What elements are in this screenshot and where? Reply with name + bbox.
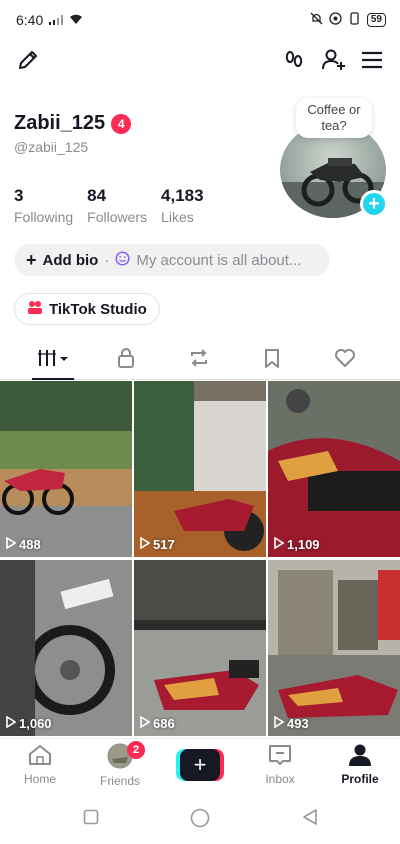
menu-icon[interactable] [358,46,386,74]
home-button-icon[interactable] [189,807,211,829]
battery-indicator: 59 [366,13,386,27]
nav-profile-label: Profile [341,772,379,786]
nav-inbox-label: Inbox [265,772,295,786]
nav-friends[interactable]: 2 Friends [85,741,155,788]
view-count-label: 517 [153,537,175,552]
video-thumbnail[interactable]: 493 [268,560,400,736]
plus-icon: + [180,749,220,781]
play-icon [6,536,17,552]
bio-hint: My account is all about... [136,251,302,269]
stat-count: 84 [87,186,107,205]
stat-likes[interactable]: 4,183 Likes [161,186,204,225]
view-count: 517 [140,536,175,552]
play-icon [274,715,285,731]
status-time: 6:40 [16,12,44,28]
home-icon [27,743,53,770]
video-thumbnail[interactable]: 488 [0,381,132,557]
vibrate-icon [348,12,361,28]
stat-count: 4,183 [161,186,204,205]
system-navigation-bar [0,790,400,844]
recents-icon[interactable] [82,808,100,826]
status-bar: 6:40 59 [0,0,400,40]
profile-icon [347,743,373,770]
video-thumbnail[interactable]: 517 [134,381,266,557]
nav-inbox[interactable]: Inbox [245,743,315,786]
note-bubble[interactable]: Coffee or tea? [296,98,372,138]
studio-label: TikTok Studio [49,300,147,318]
add-bio-button[interactable]: + Add bio · My account is all about... [14,244,330,276]
video-thumbnail[interactable]: 686 [134,560,266,736]
footprints-icon[interactable] [280,46,308,74]
add-friend-icon[interactable] [320,46,348,74]
tab-videos[interactable] [33,344,73,376]
studio-icon [27,299,43,319]
play-icon [140,715,151,731]
inbox-icon [267,743,293,770]
view-count-label: 686 [153,716,175,731]
back-icon[interactable] [300,807,320,827]
play-icon [274,536,285,552]
active-tab-indicator [32,378,74,380]
wifi-icon [69,12,83,28]
friends-badge: 2 [127,741,145,759]
nav-home-label: Home [23,772,56,786]
create-button[interactable]: + [176,749,224,781]
stat-followers[interactable]: 84 Followers [87,186,147,225]
view-count: 686 [140,715,175,731]
grid-icon [37,347,69,374]
add-story-button[interactable]: + [360,190,388,218]
lock-icon [115,347,137,374]
plus-icon: + [26,250,37,270]
signal-icon [49,12,64,28]
content-tabs [0,340,400,380]
tab-saved[interactable] [252,344,292,376]
stat-label: Following [14,209,74,225]
nav-friends-label: Friends [99,774,140,788]
tab-reposts[interactable] [179,344,219,376]
stat-following[interactable]: 3 Following [14,186,73,225]
view-count: 1,109 [274,536,320,552]
tab-liked[interactable] [325,344,365,376]
bottom-navigation: Home 2 Friends + Inbox Profile [0,738,400,790]
view-count: 493 [274,715,309,731]
smiley-icon [115,250,130,270]
add-bio-label: Add bio [42,251,99,269]
video-thumbnail[interactable]: 1,060 [0,560,132,736]
username[interactable]: Zabii_125 [14,112,105,135]
view-count-label: 1,109 [287,537,320,552]
view-count: 488 [6,536,41,552]
video-grid: 488 517 1,109 1,060 686 493 [0,381,400,738]
repost-icon [188,347,210,374]
play-icon [6,715,17,731]
stat-count: 3 [14,186,24,205]
heart-icon [333,347,357,374]
nav-profile[interactable]: Profile [325,743,395,786]
video-thumbnail[interactable]: 1,109 [268,381,400,557]
nav-home[interactable]: Home [5,743,75,786]
view-count-label: 1,060 [19,716,52,731]
view-count: 1,060 [6,715,52,731]
stat-label: Followers [87,209,148,225]
user-handle: @zabii_125 [14,139,89,155]
view-count-label: 488 [19,537,41,552]
tab-private[interactable] [106,344,146,376]
play-icon [140,536,151,552]
edit-pencil-icon[interactable] [14,46,42,74]
bookmark-icon [261,347,283,374]
tiktok-studio-button[interactable]: TikTok Studio [14,293,160,325]
username-row: Zabii_125 4 [14,112,132,135]
stat-label: Likes [161,209,194,225]
profile-top-bar [0,44,400,78]
profile-stats: 3 Following 84 Followers 4,183 Likes [14,186,204,225]
alarm-icon [329,12,342,28]
notification-badge[interactable]: 4 [111,113,132,134]
mute-icon [310,12,323,28]
bio-separator: · [104,251,110,269]
view-count-label: 493 [287,716,309,731]
